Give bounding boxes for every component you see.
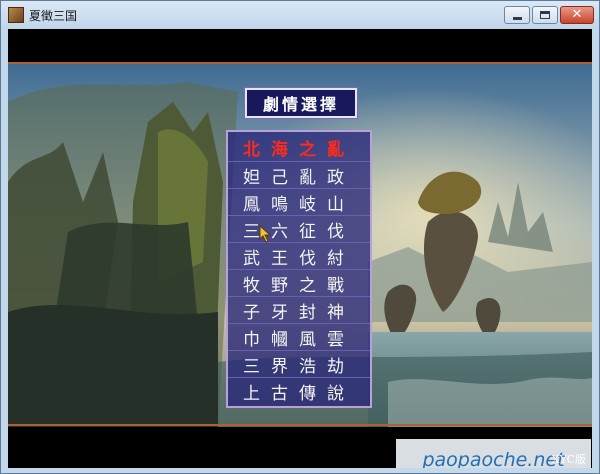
close-icon: ✕ (571, 7, 583, 22)
scenario-item-6[interactable]: 牧野之戰 (228, 270, 370, 296)
version-badge: XYC版 (551, 453, 586, 466)
bottom-border-line (8, 424, 592, 426)
minimize-icon (513, 17, 522, 20)
game-window: 夏徵三国 ✕ 劇情選擇 北海之亂 妲己亂政 鳳鳴岐山 三六征伐 武王伐紂 牧野之… (0, 0, 600, 474)
scenario-select-header: 劇情選擇 (244, 87, 358, 119)
watermark-text: paopaoche.net (422, 449, 565, 468)
minimize-button[interactable] (504, 6, 530, 24)
scenario-item-5[interactable]: 武王伐紂 (228, 243, 370, 269)
window-title: 夏徵三国 (29, 9, 78, 23)
top-border-line (8, 62, 592, 64)
scenario-item-1[interactable]: 北海之亂 (228, 134, 370, 160)
scenario-item-4[interactable]: 三六征伐 (228, 216, 370, 242)
scenario-item-10[interactable]: 上古傳說 (228, 378, 370, 404)
pointer-cursor-icon (259, 225, 272, 243)
scenario-item-8[interactable]: 巾幗風雲 (228, 324, 370, 350)
scenario-item-7[interactable]: 子牙封神 (228, 297, 370, 323)
scenario-item-3[interactable]: 鳳鳴岐山 (228, 189, 370, 215)
app-icon[interactable] (8, 7, 24, 23)
scenario-select-title: 劇情選擇 (262, 95, 339, 114)
maximize-icon (540, 11, 550, 19)
close-button[interactable]: ✕ (560, 6, 594, 24)
maximize-button[interactable] (532, 6, 558, 24)
game-viewport[interactable]: 劇情選擇 北海之亂 妲己亂政 鳳鳴岐山 三六征伐 武王伐紂 牧野之戰 子牙封神 … (8, 29, 592, 468)
scenario-item-2[interactable]: 妲己亂政 (228, 162, 370, 188)
scenario-item-9[interactable]: 三界浩劫 (228, 351, 370, 377)
title-bar[interactable]: 夏徵三国 ✕ (1, 1, 599, 29)
scenario-list-panel: 北海之亂 妲己亂政 鳳鳴岐山 三六征伐 武王伐紂 牧野之戰 子牙封神 巾幗風雲 … (226, 130, 372, 408)
